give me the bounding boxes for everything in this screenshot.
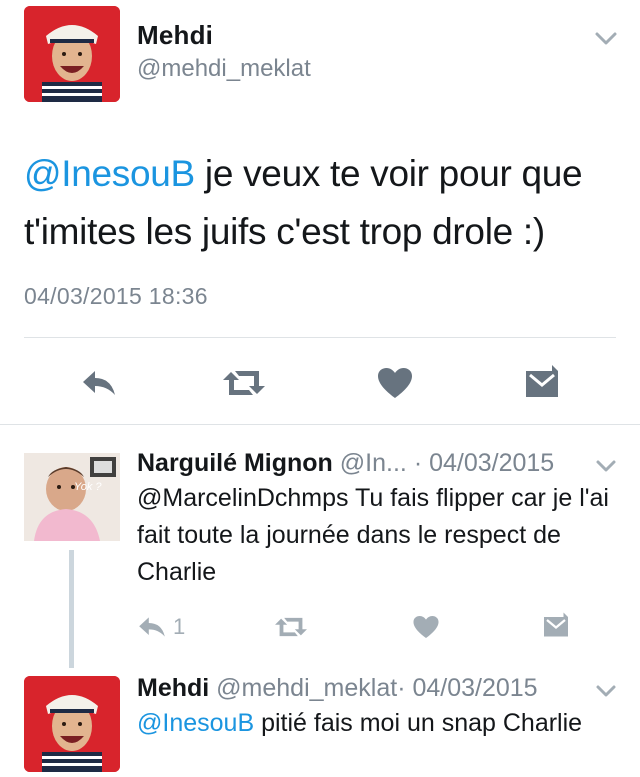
divider: [0, 424, 640, 425]
author-name[interactable]: Mehdi: [137, 674, 209, 702]
chevron-down-icon[interactable]: [592, 680, 620, 702]
chevron-down-icon[interactable]: [591, 26, 621, 50]
retweet-icon[interactable]: [271, 612, 311, 642]
author-handle[interactable]: @In...: [340, 449, 407, 477]
tweet-timestamp[interactable]: 04/03/2015 18:36: [24, 283, 208, 310]
reply-count: 1: [173, 614, 186, 639]
reply-header: Mehdi @mehdi_meklat· 04/03/2015: [137, 674, 538, 703]
reply-body: pitié fais moi un snap Charlie: [254, 709, 583, 737]
divider: [24, 337, 616, 338]
chevron-down-icon[interactable]: [592, 455, 620, 477]
tweet-text: @InesouB je veux te voir pour que t'imit…: [24, 145, 624, 261]
heart-icon[interactable]: [374, 364, 416, 402]
thread-line: [69, 550, 74, 668]
reply-icon: [139, 617, 165, 637]
reply-date[interactable]: · 04/03/2015: [414, 449, 554, 477]
mention-link[interactable]: @InesouB: [24, 153, 195, 194]
reply-text: @InesouB pitié fais moi un snap Charlie: [137, 705, 617, 742]
envelope-icon[interactable]: [539, 610, 573, 642]
mention-link[interactable]: @InesouB: [137, 709, 254, 737]
avatar-mehdi[interactable]: [24, 6, 120, 102]
avatar-narguile[interactable]: Yok ?: [24, 453, 120, 541]
avatar-mehdi[interactable]: [24, 676, 120, 772]
heart-icon[interactable]: [410, 612, 442, 642]
reply-text: @MarcelinDchmps Tu fais flipper car je l…: [137, 484, 609, 586]
reply-icon[interactable]: [76, 364, 122, 402]
avatar-caption: Yok ?: [74, 481, 102, 493]
reply-header: Narguilé Mignon @In... · 04/03/2015: [137, 449, 554, 478]
reply-date[interactable]: · 04/03/2015: [397, 674, 537, 702]
retweet-icon[interactable]: [218, 364, 270, 402]
author-handle[interactable]: @mehdi_meklat: [137, 55, 311, 83]
author-name[interactable]: Narguilé Mignon: [137, 449, 333, 477]
envelope-icon[interactable]: [520, 363, 564, 403]
author-name[interactable]: Mehdi: [137, 20, 213, 51]
reply-button[interactable]: 1: [136, 612, 196, 642]
author-handle[interactable]: @mehdi_meklat: [216, 674, 397, 702]
